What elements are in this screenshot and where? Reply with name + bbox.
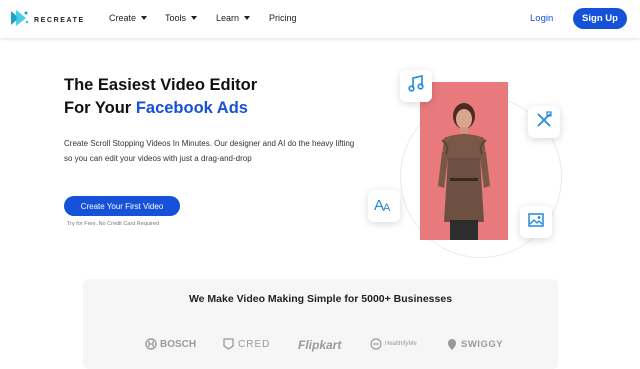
nav-item-create[interactable]: Create bbox=[109, 13, 148, 23]
top-navbar: RECREATE Create Tools Learn Pricing Logi… bbox=[0, 0, 640, 38]
image-card[interactable] bbox=[520, 206, 552, 238]
nav-item-label: Pricing bbox=[269, 13, 297, 23]
cta-note: Try for Free. No Credit Card Required bbox=[67, 221, 160, 227]
brand-name: HealthifyMe bbox=[385, 341, 417, 347]
music-card[interactable] bbox=[400, 70, 432, 102]
logo-mark-icon bbox=[10, 9, 30, 32]
nav-item-label: Tools bbox=[165, 13, 187, 23]
brand-name: BOSCH bbox=[160, 338, 197, 350]
chevron-down-icon bbox=[141, 16, 148, 20]
swiggy-icon bbox=[448, 339, 456, 350]
brand-logo-bosch: BOSCH bbox=[145, 338, 196, 350]
brand-name: CRED bbox=[238, 338, 271, 350]
brand-name: Flipkart bbox=[298, 338, 342, 352]
hero-title-prefix: For Your bbox=[64, 99, 136, 117]
video-preview[interactable] bbox=[420, 82, 508, 240]
hero-description: Create Scroll Stopping Videos In Minutes… bbox=[64, 139, 355, 163]
hero-title-highlight: Facebook Ads bbox=[135, 99, 248, 117]
hero-title: The Easiest Video Editor For Your Facebo… bbox=[64, 74, 257, 120]
brand-name: SWIGGY bbox=[461, 339, 504, 350]
image-icon bbox=[527, 211, 545, 234]
music-note-icon bbox=[407, 74, 425, 98]
nav-item-label: Learn bbox=[216, 13, 240, 23]
magic-wand-icon bbox=[535, 110, 553, 134]
brand-logo-healthifyme: HealthifyMe bbox=[370, 338, 417, 350]
text-card[interactable]: A A bbox=[368, 190, 400, 222]
nav-item-tools[interactable]: Tools bbox=[165, 13, 198, 23]
chevron-down-icon bbox=[244, 16, 251, 20]
create-first-video-button[interactable]: Create Your First Video bbox=[64, 196, 180, 216]
trust-title: We Make Video Making Simple for 5000+ Bu… bbox=[188, 293, 453, 305]
brand-logo-flipkart: Flipkart bbox=[298, 338, 341, 352]
magic-card[interactable] bbox=[528, 106, 560, 138]
hero-title-line2: For Your Facebook Ads bbox=[64, 97, 257, 120]
healthifyme-icon bbox=[370, 338, 382, 350]
chevron-down-icon bbox=[191, 16, 198, 20]
person-illustration bbox=[420, 82, 508, 240]
nav-item-label: Create bbox=[109, 13, 137, 23]
logo[interactable]: RECREATE bbox=[10, 9, 85, 32]
signup-button[interactable]: Sign Up bbox=[573, 8, 627, 29]
logo-text: RECREATE bbox=[34, 17, 85, 24]
login-link[interactable]: Login bbox=[530, 13, 553, 24]
trust-section: We Make Video Making Simple for 5000+ Bu… bbox=[83, 279, 558, 369]
hero-title-line1: The Easiest Video Editor bbox=[64, 76, 258, 94]
brand-logo-swiggy: SWIGGY bbox=[447, 338, 503, 351]
text-icon: A A bbox=[373, 195, 395, 218]
cred-icon bbox=[223, 338, 234, 350]
svg-text:A: A bbox=[383, 202, 391, 213]
bosch-icon bbox=[145, 338, 157, 350]
brand-logo-cred: CRED bbox=[223, 338, 270, 350]
nav-item-pricing[interactable]: Pricing bbox=[269, 13, 297, 23]
nav-item-learn[interactable]: Learn bbox=[216, 13, 251, 23]
